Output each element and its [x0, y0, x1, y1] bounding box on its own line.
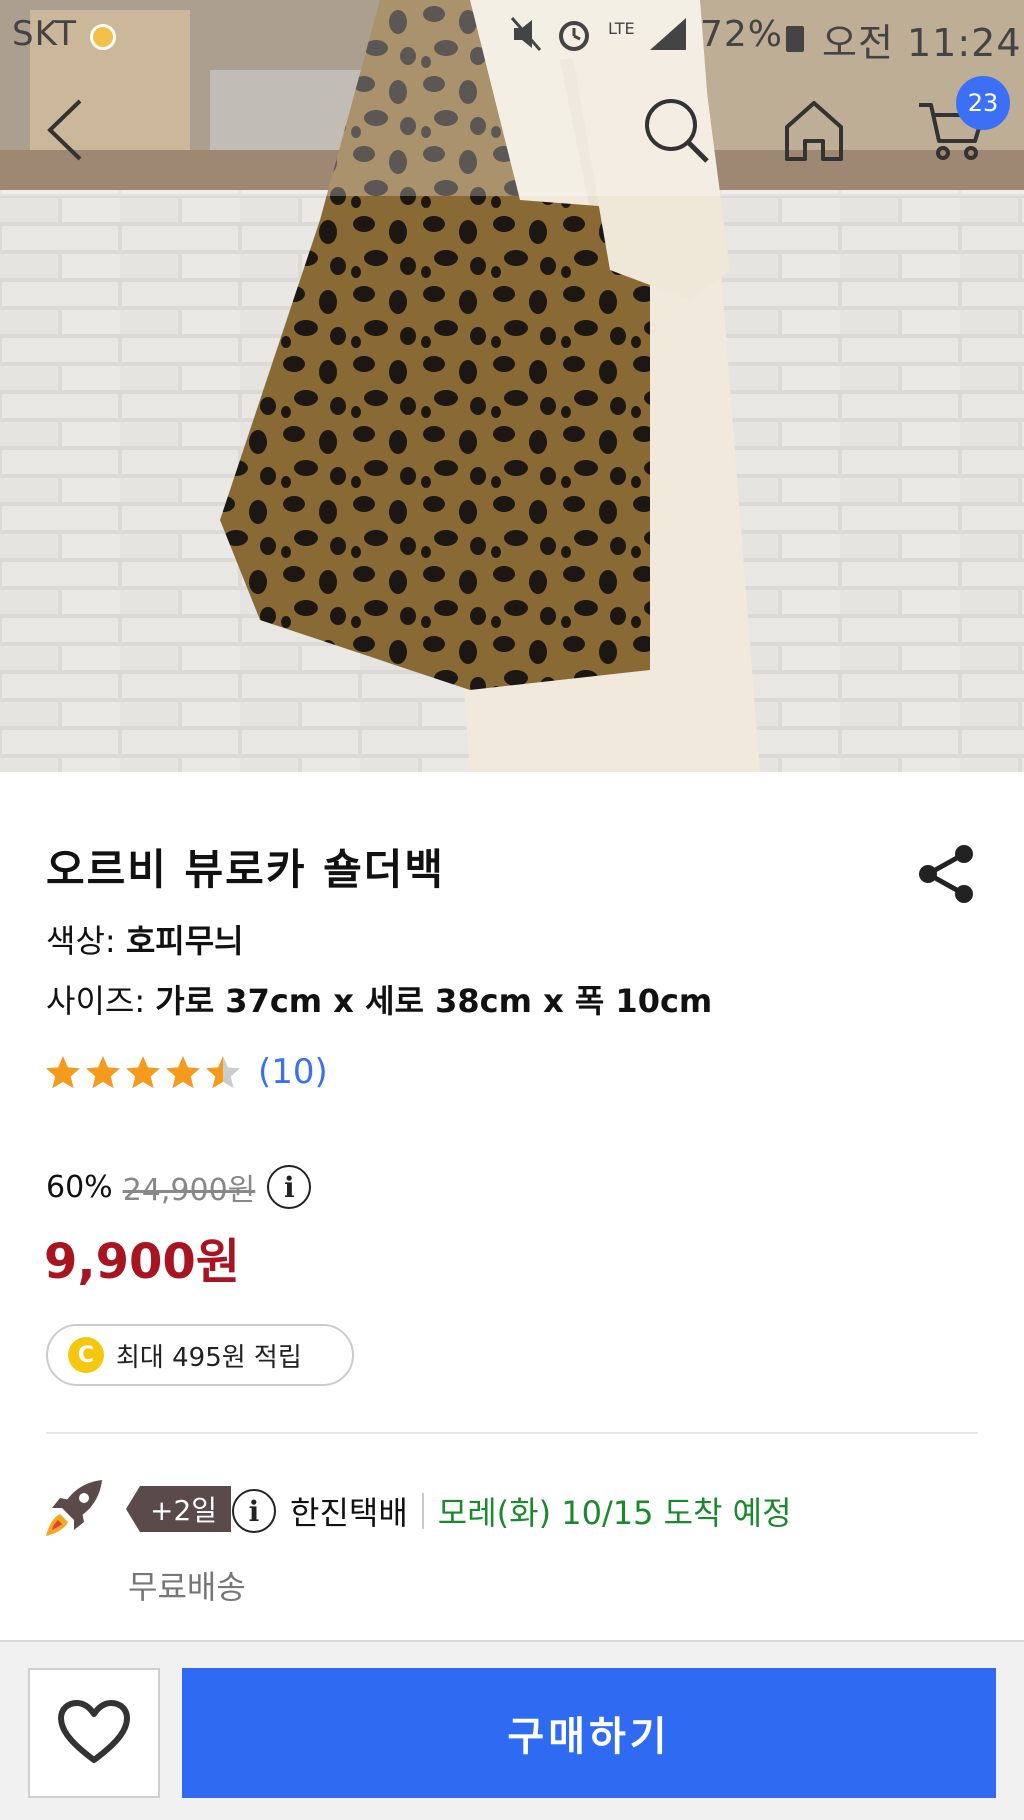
coin-icon: C	[68, 1337, 104, 1373]
courier-name: 한진택배	[290, 1494, 408, 1532]
points-label: 최대 495원 적립	[116, 1342, 302, 1373]
status-bar: SKT LTE 72% 오전 11:24	[0, 0, 1024, 68]
battery-percent: 72%	[700, 14, 784, 55]
share-button[interactable]	[914, 842, 978, 906]
rocket-delivery-icon	[46, 1480, 102, 1536]
product-photo	[0, 0, 1024, 772]
cart-count-badge: 23	[956, 76, 1010, 130]
search-button[interactable]	[636, 90, 716, 170]
share-icon	[919, 845, 973, 903]
delivery-info-icon[interactable]: i	[232, 1489, 276, 1533]
product-title: 오르비 뷰로카 숄더백	[46, 845, 446, 894]
svg-text:LTE: LTE	[608, 19, 635, 38]
size-value: 가로 37cm x 세로 38cm x 폭 10cm	[155, 982, 713, 1020]
review-count[interactable]: (10)	[258, 1052, 328, 1092]
carrier-label: SKT	[12, 14, 78, 54]
wishlist-button[interactable]	[28, 1668, 160, 1798]
chevron-left-icon	[47, 99, 82, 161]
product-color: 색상: 호피무늬	[46, 916, 244, 962]
free-shipping-label: 무료배송	[128, 1568, 246, 1606]
delivery-info: i 한진택배 모레(화) 10/15 도착 예정	[232, 1486, 792, 1536]
mute-icon	[510, 17, 542, 51]
home-icon	[785, 101, 843, 161]
original-price: 24,900원	[122, 1173, 256, 1208]
notification-icon	[90, 24, 116, 50]
product-image[interactable]	[0, 0, 1024, 772]
back-button[interactable]	[26, 90, 106, 170]
star-icon	[206, 1056, 240, 1089]
rating-stars	[44, 1054, 242, 1090]
sale-price: 9,900원	[44, 1234, 240, 1290]
color-label: 색상:	[46, 922, 126, 960]
discount-row: 60% 24,900원 i	[46, 1162, 312, 1212]
separator	[421, 1493, 424, 1529]
star-icon	[46, 1056, 80, 1089]
discount-percent: 60%	[46, 1169, 113, 1205]
signal-icon	[650, 18, 686, 50]
search-icon	[645, 99, 709, 163]
bottom-action-bar: 구매하기	[0, 1640, 1024, 1820]
points-badge[interactable]: C 최대 495원 적립	[46, 1324, 354, 1386]
home-button[interactable]	[774, 90, 854, 170]
alarm-icon	[559, 21, 589, 51]
battery-icon	[786, 26, 804, 52]
arrival-estimate: 모레(화) 10/15 도착 예정	[437, 1494, 792, 1532]
star-icon	[86, 1056, 120, 1089]
divider	[46, 1432, 978, 1434]
delivery-days-tag: +2일	[126, 1486, 232, 1532]
color-value: 호피무늬	[125, 922, 244, 960]
price-info-icon[interactable]: i	[267, 1165, 312, 1209]
star-icon	[126, 1056, 160, 1089]
size-label: 사이즈:	[46, 982, 156, 1020]
product-rating[interactable]: (10)	[44, 1048, 328, 1096]
heart-icon	[58, 1700, 130, 1763]
product-size: 사이즈: 가로 37cm x 세로 38cm x 폭 10cm	[46, 976, 712, 1022]
clock: 오전 11:24	[822, 21, 1022, 65]
star-icon	[166, 1056, 200, 1089]
buy-button[interactable]: 구매하기	[182, 1668, 996, 1798]
